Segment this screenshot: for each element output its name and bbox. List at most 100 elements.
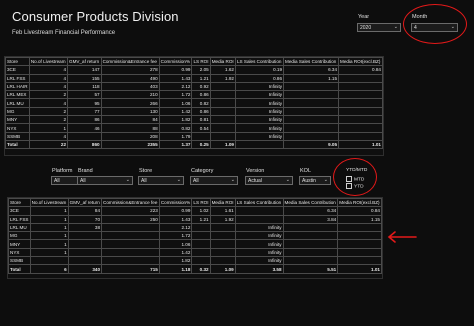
column-header[interactable]: Media ROI(excl.BZ) (337, 197, 382, 208)
column-header[interactable]: GMV_af return (67, 56, 102, 67)
table-cell: 1 (28, 123, 69, 133)
column-header[interactable]: LS Sales Contribution (234, 197, 284, 208)
table-cell: 1.43 (158, 214, 193, 224)
column-header[interactable]: Commission% (158, 56, 193, 67)
table-cell (338, 90, 383, 100)
table-cell: 1.43 (158, 73, 193, 83)
table-cell (338, 106, 383, 117)
table-cell (338, 123, 383, 133)
store-label: Store (139, 168, 153, 174)
table-cell (209, 256, 236, 266)
table-row: MG 2 77 130 1.42 0.86 Infinity (5, 106, 383, 117)
table-cell: 77 (67, 106, 102, 117)
table-cell: 1 (29, 239, 69, 249)
highlight-circle-month (403, 4, 467, 44)
column-header[interactable]: Media Sales Contribution (282, 197, 339, 208)
table-cell: 88 (100, 123, 160, 133)
table-cell: NYX (8, 247, 31, 258)
table-cell: 0.81 (191, 115, 211, 125)
table-cell: 84 (100, 115, 160, 125)
table-total-cell: 1.01 (338, 139, 383, 150)
table-cell: 1 (29, 231, 69, 241)
table-cell: 1.92 (209, 73, 237, 83)
table-row: MG 1 1.72 Infinity (8, 231, 382, 241)
column-header[interactable]: Commission&Entrance fee (101, 197, 160, 208)
table-cell (67, 131, 102, 141)
table-cell (283, 90, 340, 100)
version-label: Version (246, 168, 265, 174)
table-cell (191, 256, 211, 266)
table-total-cell: 0.32 (191, 264, 211, 274)
table-cell (67, 256, 103, 266)
year-dropdown[interactable]: 2020 ⌄ (357, 23, 401, 32)
year-dropdown-value: 2020 (360, 25, 372, 31)
category-dropdown[interactable]: All ⌄ (190, 176, 238, 185)
table-cell: Infinity (234, 90, 285, 100)
table-cell: 0.54 (191, 123, 211, 133)
table-cell (191, 222, 211, 233)
table-row: 3CE 1 84 223 0.99 1.02 1.61 6.34 0.84 (8, 206, 382, 216)
version-dropdown[interactable]: Actual ⌄ (245, 176, 293, 185)
column-header[interactable]: Store (8, 197, 31, 208)
column-header[interactable]: Media Sales Contribution (283, 56, 340, 67)
table-cell (191, 239, 211, 249)
kol-value: Austin (302, 178, 316, 184)
table-cell (338, 73, 383, 83)
table-cell (101, 231, 160, 241)
category-value: All (193, 178, 199, 184)
arrow-left-icon (387, 231, 417, 243)
column-header[interactable]: No.of Livestream (29, 197, 69, 208)
table-cell: 2 (28, 115, 69, 125)
brand-dropdown[interactable]: All ⌄ (77, 176, 133, 185)
table-cell (191, 231, 211, 241)
table-cell (209, 222, 236, 233)
table-row: NYX 1 46 88 0.82 0.54 Infinity (5, 123, 383, 133)
platform-value: All (54, 178, 60, 184)
column-header[interactable]: Commission&Entrance fee (100, 56, 160, 67)
table-cell (283, 98, 340, 108)
table-cell: Infinity (234, 239, 284, 249)
table-cell: 1.79 (158, 131, 193, 141)
store-dropdown[interactable]: All ⌄ (138, 176, 184, 185)
table-cell: 4 (28, 98, 69, 108)
table-cell: Infinity (234, 231, 284, 241)
table-cell: 4 (28, 73, 69, 83)
table-cell (283, 131, 340, 141)
table-cell: Infinity (234, 106, 285, 117)
table-cell: 95 (67, 98, 102, 108)
table-cell: SSMB (5, 131, 30, 141)
table-cell: 0.84 (337, 206, 382, 216)
table-total-cell: 3.58 (234, 264, 284, 274)
table-cell (338, 131, 383, 141)
table-cell: 155 (67, 73, 102, 83)
table-cell: 46 (67, 123, 102, 133)
column-header[interactable]: Media ROI (209, 197, 236, 208)
table-total-cell: Total (5, 139, 30, 150)
column-header[interactable]: LS Sales Contribution (234, 56, 285, 67)
table-cell: 130 (100, 106, 160, 117)
column-header[interactable]: Media ROI(excl.BZ) (338, 56, 383, 67)
table-cell: Infinity (234, 115, 285, 125)
column-header[interactable]: Commission% (158, 197, 193, 208)
table-cell: LRL FSS (8, 214, 31, 224)
column-header[interactable]: GMV_af return (67, 197, 103, 208)
table-total-cell: 1.09 (209, 139, 237, 150)
table-cell: 3CE (5, 65, 30, 75)
column-header[interactable]: Store (5, 56, 30, 67)
table-row: SSMB 4 208 1.79 Infinity (5, 131, 383, 141)
table-cell (282, 222, 339, 233)
table-cell (282, 239, 339, 249)
table-cell: NYX (5, 123, 30, 133)
table-cell: 210 (100, 90, 160, 100)
table-cell (338, 98, 383, 108)
column-header[interactable]: LS ROI (191, 56, 211, 67)
table-cell (29, 256, 69, 266)
table-cell: 0.86 (191, 106, 211, 117)
table-cell: 1.21 (191, 73, 211, 83)
table-cell: 0.86 (234, 73, 285, 83)
column-header[interactable]: No.of Livestream (28, 56, 69, 67)
column-header[interactable]: Media ROI (209, 56, 237, 67)
table-cell: 1.82 (158, 256, 193, 266)
kol-dropdown[interactable]: Austin ⌄ (299, 176, 331, 185)
column-header[interactable]: LS ROI (191, 197, 211, 208)
